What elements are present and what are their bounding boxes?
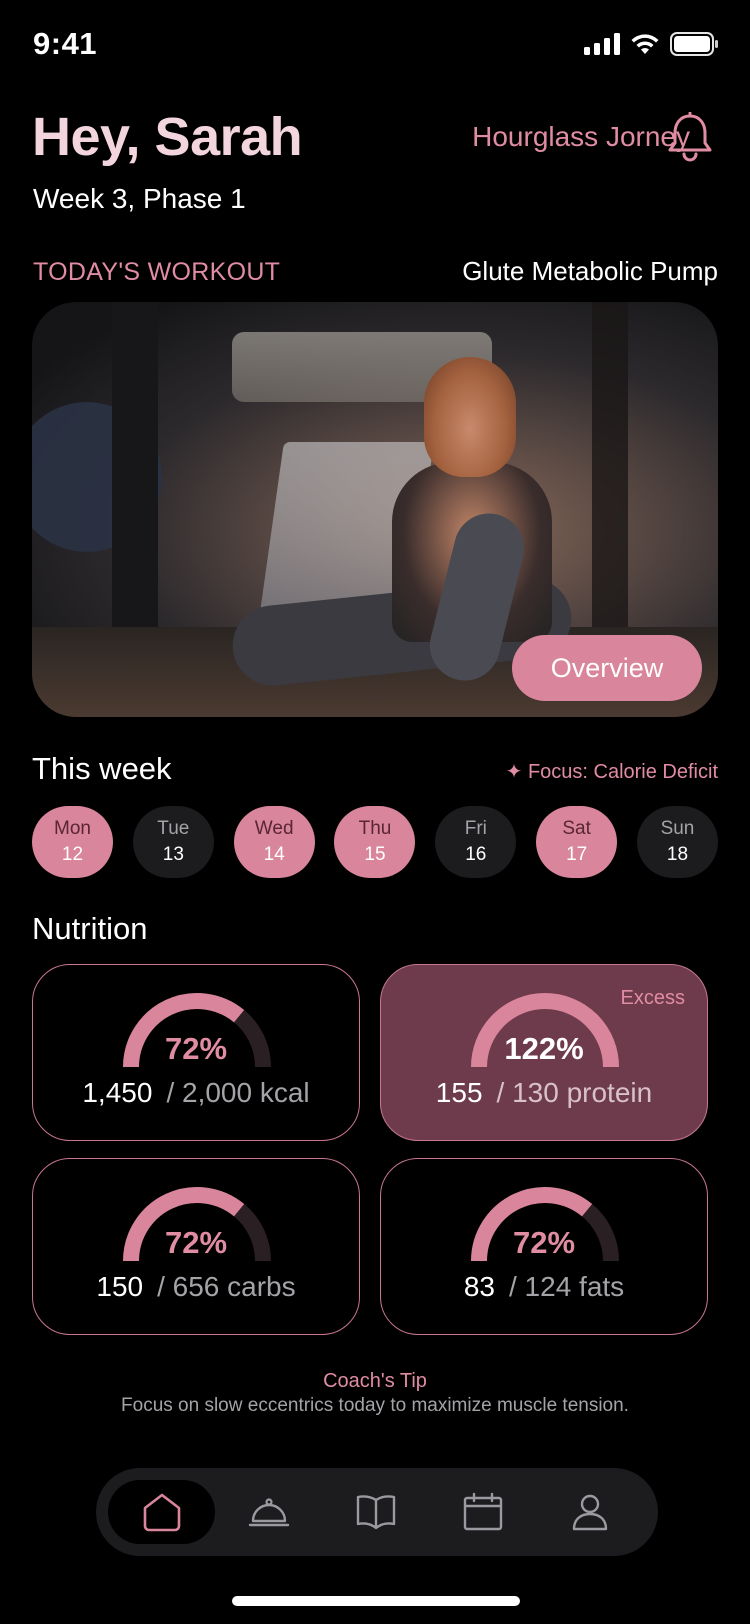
nutrition-values: 155 / 130 protein bbox=[381, 1077, 707, 1109]
target-value: / 124 fats bbox=[508, 1271, 625, 1302]
nutrition-values: 1,450 / 2,000 kcal bbox=[33, 1077, 359, 1109]
coach-tip-text: Focus on slow eccentrics today to maximi… bbox=[121, 1395, 629, 1416]
excess-badge: Excess bbox=[620, 987, 685, 1009]
home-icon bbox=[143, 1493, 180, 1532]
nav-calendar[interactable] bbox=[429, 1480, 536, 1544]
home-indicator[interactable] bbox=[232, 1596, 520, 1606]
overview-button[interactable]: Overview bbox=[512, 635, 702, 701]
current-value: 150 bbox=[96, 1271, 144, 1302]
battery-icon bbox=[670, 32, 718, 56]
todays-workout-label: TODAY'S WORKOUT bbox=[33, 258, 281, 286]
phase-subtitle: Week 3, Phase 1 bbox=[33, 183, 246, 214]
day-chip[interactable]: Thu 15 bbox=[334, 806, 416, 878]
day-date: 18 bbox=[666, 844, 689, 865]
nav-profile[interactable] bbox=[536, 1480, 643, 1544]
current-value: 155 bbox=[435, 1077, 483, 1108]
day-date: 15 bbox=[364, 844, 386, 865]
day-name: Mon bbox=[54, 818, 91, 839]
current-value: 83 bbox=[463, 1271, 495, 1302]
nutrition-values: 150 / 656 carbs bbox=[33, 1271, 359, 1303]
day-name: Thu bbox=[358, 818, 392, 839]
calendar-icon bbox=[463, 1492, 502, 1531]
this-week-title: This week bbox=[32, 751, 172, 786]
nutrition-values: 83 / 124 fats bbox=[381, 1271, 707, 1303]
day-date: 17 bbox=[566, 844, 588, 865]
gauge-percent: 72% bbox=[512, 1225, 576, 1260]
day-name: Fri bbox=[464, 818, 487, 839]
day-name: Tue bbox=[157, 818, 190, 839]
target-value: / 130 protein bbox=[496, 1077, 653, 1108]
book-icon bbox=[356, 1495, 395, 1530]
workout-name[interactable]: Glute Metabolic Pump bbox=[462, 256, 718, 287]
day-date: 13 bbox=[162, 844, 184, 865]
gauge-percent: 72% bbox=[164, 1225, 228, 1260]
program-name[interactable]: Hourglass Jorney bbox=[472, 121, 690, 153]
current-value: 1,450 bbox=[82, 1077, 153, 1108]
day-name: Sun bbox=[660, 818, 695, 839]
nutrition-card-protein[interactable]: Excess 122% 155 / 130 protein bbox=[380, 964, 708, 1141]
nav-library[interactable] bbox=[322, 1480, 429, 1544]
day-date: 12 bbox=[61, 844, 84, 865]
profile-icon bbox=[572, 1494, 607, 1531]
program-label: Hourglass Jorney bbox=[472, 121, 690, 152]
workout-hero-image[interactable]: Overview bbox=[32, 302, 718, 717]
day-name: Sat bbox=[562, 818, 591, 839]
nav-home[interactable] bbox=[108, 1480, 215, 1544]
nutrition-card-calories[interactable]: 72% 1,450 / 2,000 kcal bbox=[32, 964, 360, 1141]
cellular-signal-icon bbox=[584, 33, 620, 55]
greeting-title: Hey, Sarah bbox=[32, 107, 303, 167]
nutrition-card-carbs[interactable]: 72% 150 / 656 carbs bbox=[32, 1158, 360, 1335]
bell-icon[interactable] bbox=[665, 112, 715, 164]
gauge-percent: 72% bbox=[164, 1031, 228, 1066]
bottom-nav bbox=[96, 1468, 658, 1556]
nav-meals[interactable] bbox=[215, 1480, 322, 1544]
coach-tip-title: Coach's Tip bbox=[323, 1370, 427, 1392]
hero-person-head bbox=[424, 357, 516, 477]
nutrition-card-fats[interactable]: 72% 83 / 124 fats bbox=[380, 1158, 708, 1335]
day-chip[interactable]: Sat 17 bbox=[536, 806, 618, 878]
day-chip[interactable]: Mon 12 bbox=[32, 806, 113, 878]
gauge-percent: 122% bbox=[504, 1031, 584, 1066]
week-day-selector: Mon 12 Tue 13 Wed 14 Thu 15 Fri 16 Sat 17 Sun 1… bbox=[32, 806, 718, 878]
nutrition-title: Nutrition bbox=[32, 911, 148, 946]
meal-cloche-icon bbox=[248, 1498, 289, 1527]
day-date: 14 bbox=[263, 844, 285, 865]
target-value: / 2,000 kcal bbox=[166, 1077, 310, 1108]
status-icons bbox=[584, 32, 718, 56]
day-chip[interactable]: Sun 18 bbox=[636, 806, 718, 878]
focus-badge: ✦ Focus: Calorie Deficit bbox=[505, 761, 718, 783]
day-name: Wed bbox=[254, 818, 294, 839]
day-chip[interactable]: Tue 13 bbox=[132, 806, 214, 878]
wifi-icon bbox=[631, 34, 659, 54]
status-bar: 9:41 bbox=[0, 0, 750, 90]
target-value: / 656 carbs bbox=[157, 1271, 296, 1302]
day-date: 16 bbox=[465, 844, 487, 865]
day-chip[interactable]: Wed 14 bbox=[233, 806, 315, 878]
status-time: 9:41 bbox=[33, 26, 98, 61]
day-chip[interactable]: Fri 16 bbox=[435, 806, 517, 878]
